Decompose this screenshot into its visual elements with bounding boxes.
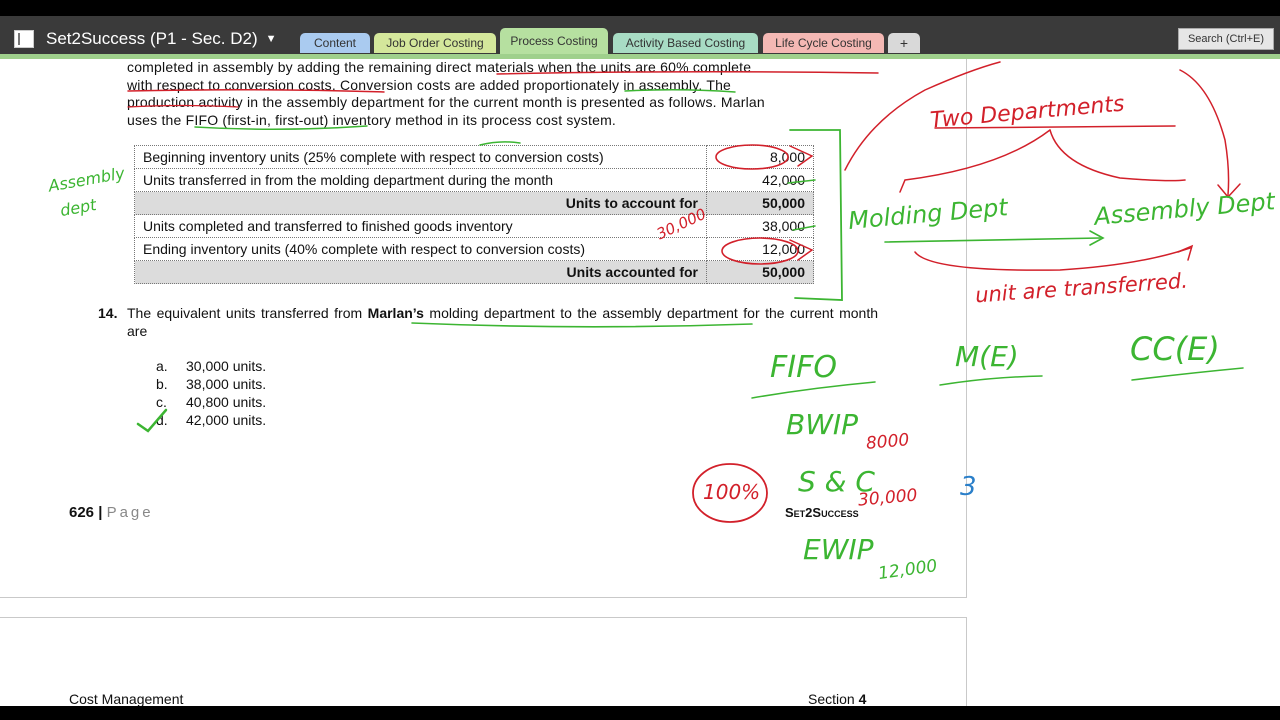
- ink-underline: [194, 125, 368, 131]
- ink-arrow: [884, 237, 1101, 243]
- ink-circle: [721, 237, 799, 265]
- ink-tick: [787, 179, 816, 184]
- bottom-black-band: [0, 706, 1280, 720]
- ink-underline: [939, 375, 1043, 386]
- ink-underline: [624, 88, 736, 93]
- ink-bwip: BWIP: [786, 408, 859, 441]
- ink-underline: [127, 88, 385, 93]
- ink-branch: [899, 129, 1051, 193]
- ink-fifo: FIFO: [770, 350, 837, 385]
- ink-underline: [496, 70, 879, 75]
- ink-100-pct: 100%: [703, 480, 761, 504]
- ink-tick: [479, 141, 521, 146]
- check-mark-icon: [136, 408, 168, 433]
- ink-arrow: [789, 145, 814, 167]
- ink-underline: [127, 104, 239, 108]
- ink-bwip-value: 8000: [865, 430, 911, 454]
- ink-branch: [1049, 129, 1186, 182]
- ink-circle: [715, 144, 789, 170]
- ink-cc-e: CC(E): [1130, 330, 1220, 368]
- ink-bracket: [789, 129, 843, 301]
- ink-m-e: M(E): [955, 340, 1019, 373]
- ink-underline: [1131, 367, 1244, 381]
- ink-curve: [1179, 69, 1230, 196]
- ink-ewip: EWIP: [803, 533, 874, 566]
- ink-tick: [792, 225, 816, 231]
- ink-underline: [411, 322, 753, 328]
- ink-curve: [914, 247, 1191, 271]
- ink-three: 3: [960, 472, 977, 502]
